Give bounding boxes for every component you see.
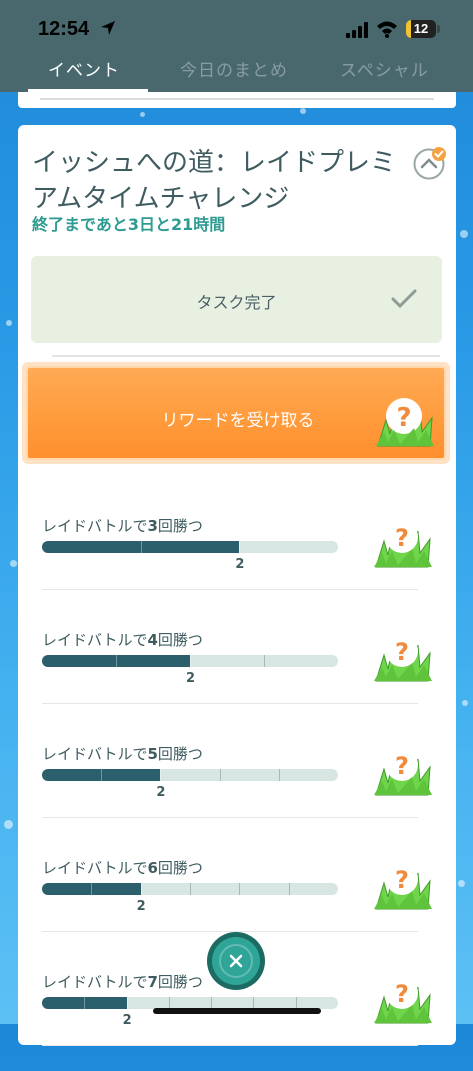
task-label: レイドバトルで3回勝つ (42, 517, 203, 535)
progress-segment (141, 541, 142, 553)
progress-segment (190, 883, 191, 895)
progress-segment (239, 541, 240, 553)
progress-segment (101, 769, 102, 781)
wifi-icon (377, 21, 397, 38)
time-remaining: 終了まであと3日と21時間 (32, 215, 226, 234)
task-row: レイドバトルで4回勝つ 2? (42, 629, 432, 729)
close-icon (219, 944, 253, 978)
divider (42, 589, 418, 590)
signal-icon (346, 22, 368, 38)
battery-icon: 12 (406, 20, 436, 38)
location-arrow-icon (101, 21, 115, 35)
svg-text:?: ? (396, 403, 411, 433)
progress-segment (190, 655, 191, 667)
svg-text:?: ? (395, 638, 409, 666)
tab-today-summary[interactable]: 今日のまとめ (180, 56, 288, 81)
question-grass-icon: ? (374, 635, 432, 682)
progress-segment (264, 655, 265, 667)
progress-segment (220, 769, 221, 781)
progress-segment (289, 883, 290, 895)
progress-bar (42, 655, 338, 667)
task-label: レイドバトルで4回勝つ (42, 631, 203, 649)
check-icon (391, 289, 417, 309)
progress-segment (91, 883, 92, 895)
progress-bar (42, 541, 338, 553)
progress-segment (239, 883, 240, 895)
svg-text:?: ? (395, 866, 409, 894)
task-label: レイドバトルで7回勝つ (42, 973, 203, 991)
progress-segment (127, 997, 128, 1009)
progress-count: 2 (122, 1013, 132, 1028)
previous-card-edge (18, 92, 456, 108)
tab-special[interactable]: スペシャル (340, 56, 429, 81)
progress-bar (42, 769, 338, 781)
collapse-icon[interactable] (412, 147, 446, 181)
status-bar: 12:54 12 (0, 0, 473, 52)
battery-tip (437, 25, 440, 33)
task-label: レイドバトルで6回勝つ (42, 859, 203, 877)
clock: 12:54 (38, 18, 90, 40)
research-title: イッシュへの道：レイドプレミアムタイムチャレンジ (32, 148, 397, 214)
divider (42, 703, 418, 704)
progress-count: 2 (186, 671, 196, 686)
svg-text:?: ? (395, 980, 409, 1008)
tab-event[interactable]: イベント (48, 56, 120, 81)
claim-reward-button[interactable]: リワードを受け取る ? (22, 362, 450, 464)
question-grass-icon: ? (376, 398, 434, 447)
question-grass-icon: ? (374, 521, 432, 568)
progress-segment (141, 883, 142, 895)
task-label: レイドバトルで5回勝つ (42, 745, 203, 763)
question-grass-icon: ? (374, 749, 432, 796)
progress-bar (42, 883, 338, 895)
progress-segment (116, 655, 117, 667)
question-grass-icon: ? (374, 863, 432, 910)
tab-bar: イベント 今日のまとめ スペシャル (0, 52, 473, 92)
progress-segment (160, 769, 161, 781)
task-complete-label: タスク完了 (196, 293, 277, 312)
close-button[interactable] (207, 932, 265, 990)
progress-count: 2 (156, 785, 166, 800)
svg-text:?: ? (395, 524, 409, 552)
task-complete-banner: タスク完了 (31, 256, 442, 343)
question-grass-icon: ? (374, 977, 432, 1024)
header: 12:54 12 イベント 今日のまとめ スペシャル (0, 0, 473, 92)
svg-text:?: ? (395, 752, 409, 780)
progress-count: 2 (136, 899, 146, 914)
task-row: レイドバトルで5回勝つ 2? (42, 743, 432, 843)
progress-segment (84, 997, 85, 1009)
task-row: レイドバトルで3回勝つ 2? (42, 515, 432, 615)
battery-level: 12 (413, 21, 429, 36)
progress-segment (279, 769, 280, 781)
divider (42, 1045, 418, 1046)
divider (52, 355, 440, 357)
divider (42, 817, 418, 818)
home-indicator (153, 1008, 321, 1014)
progress-count: 2 (235, 557, 245, 572)
